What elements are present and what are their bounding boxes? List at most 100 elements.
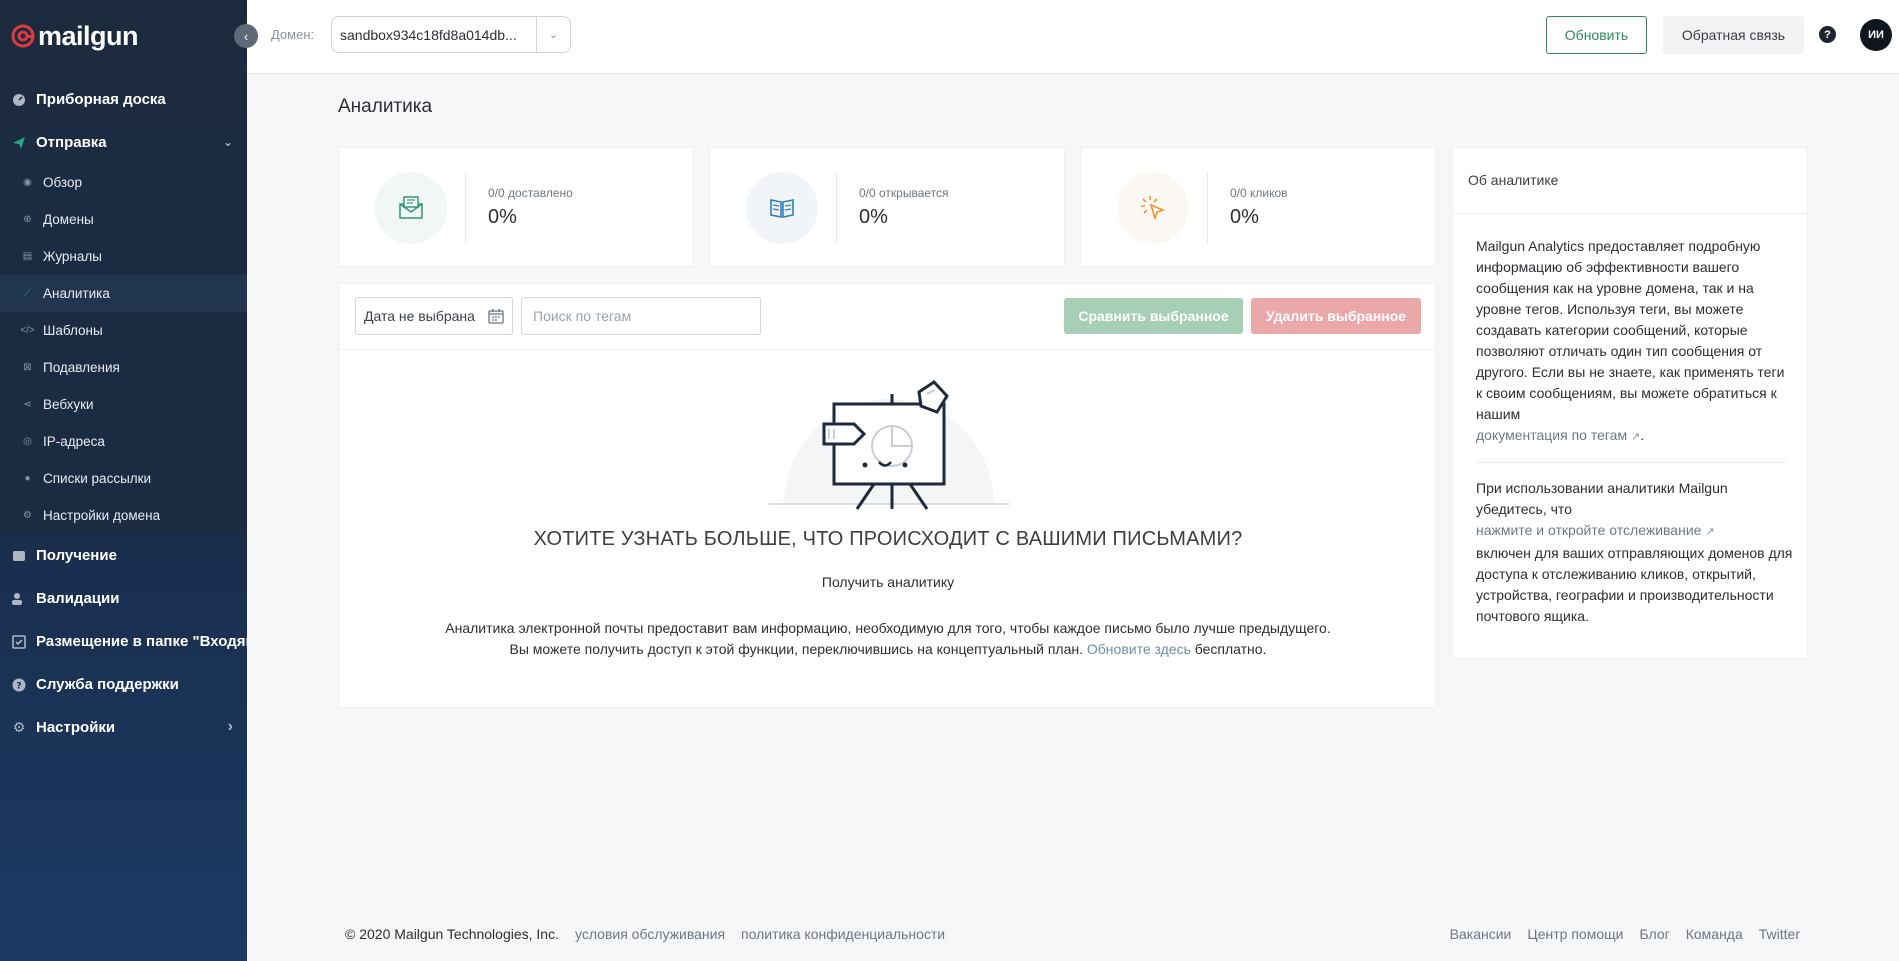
footer-link-twitter[interactable]: Twitter: [1759, 926, 1800, 942]
empty-desc-line1: Аналитика электронной почты предоставит …: [445, 620, 1331, 636]
feedback-button[interactable]: Обратная связь: [1663, 16, 1804, 54]
calendar-icon: [488, 309, 504, 324]
stat-icon-circle: [375, 172, 447, 244]
pin-icon: ◎: [23, 436, 32, 447]
mailgun-logo[interactable]: mailgun: [11, 20, 139, 52]
date-picker[interactable]: Дата не выбрана: [355, 297, 513, 335]
sidebar: mailgun Приборная доска Отправка ⌄ ◉ Обзо…: [0, 0, 247, 961]
analytics-icon: ⟋: [24, 288, 31, 299]
sidebar-item-label: Отправка: [36, 134, 107, 151]
sidebar-item-sending[interactable]: Отправка ⌄: [0, 121, 247, 164]
svg-text:?: ?: [16, 681, 21, 691]
sidebar-item-dashboard[interactable]: Приборная доска: [0, 78, 247, 121]
sidebar-item-label: Получение: [36, 547, 117, 564]
sidebar-item-support[interactable]: ? Служба поддержки: [0, 663, 247, 706]
person-icon: ●: [24, 473, 31, 484]
chevron-down-icon: ⌄: [222, 135, 233, 149]
sidebar-item-logs[interactable]: ▤ Журналы: [0, 238, 247, 275]
gear-icon: ⚙: [12, 719, 26, 735]
sidebar-nav: Приборная доска Отправка ⌄ ◉ Обзор ⊕ Домен…: [0, 78, 247, 749]
gear-icon: ⚙: [23, 510, 32, 521]
envelope-icon: [399, 196, 423, 219]
gauge-icon: [12, 93, 26, 107]
chevron-right-icon: ›: [227, 718, 233, 735]
sidebar-item-label: Приборная доска: [36, 91, 166, 108]
sidebar-item-templates[interactable]: </> Шаблоны: [0, 312, 247, 349]
sidebar-item-label: IP-адреса: [43, 434, 105, 449]
block-icon: ⊠: [23, 362, 32, 373]
compare-selected-button[interactable]: Сравнить выбранное: [1064, 298, 1243, 334]
update-button[interactable]: Обновить: [1546, 16, 1647, 54]
domain-value: sandbox934c18fd8a014db...: [340, 26, 517, 43]
footer-link-team[interactable]: Команда: [1686, 926, 1743, 942]
tracking-settings-link[interactable]: нажмите и откройте отслеживание: [1476, 522, 1701, 538]
footer-left: © 2020 Mailgun Technologies, Inc. услови…: [345, 926, 945, 942]
footer-link-help-center[interactable]: Центр помощи: [1527, 926, 1623, 942]
empty-desc-text: Вы можете получить доступ к этой функции…: [509, 641, 1083, 657]
upgrade-link[interactable]: Обновите здесь: [1087, 641, 1191, 657]
privacy-link[interactable]: политика конфиденциальности: [741, 926, 945, 942]
chevron-left-icon: ‹: [243, 28, 249, 44]
tag-search-input[interactable]: [521, 297, 761, 335]
sidebar-item-label: Шаблоны: [43, 323, 103, 338]
delete-selected-button[interactable]: Удалить выбранное: [1251, 298, 1421, 334]
share-icon: ⋖: [23, 399, 32, 410]
copyright: © 2020 Mailgun Technologies, Inc.: [345, 926, 559, 942]
divider: [465, 172, 466, 244]
sidebar-item-label: Обзор: [43, 175, 82, 190]
chevron-down-icon: ⌄: [536, 17, 570, 52]
sidebar-item-label: Аналитика: [43, 286, 110, 301]
code-icon: </>: [20, 325, 35, 336]
sidebar-item-overview[interactable]: ◉ Обзор: [0, 164, 247, 201]
stat-value: 0%: [859, 206, 888, 228]
send-icon: [12, 136, 26, 150]
date-picker-text: Дата не выбрана: [364, 308, 475, 324]
empty-state-subtitle: Получить аналитику: [821, 574, 955, 590]
about-text: При использовании аналитики Mailgun убед…: [1476, 480, 1728, 517]
sidebar-item-label: Размещение в папке "Входящие": [36, 633, 247, 650]
sidebar-item-suppressions[interactable]: ⊠ Подавления: [0, 349, 247, 386]
about-paragraph-2: При использовании аналитики Mailgun убед…: [1476, 478, 1794, 627]
external-link-icon: ↗: [1630, 431, 1641, 443]
stat-card-delivered: 0/0 доставлено 0%: [338, 147, 694, 267]
divider: [836, 172, 837, 244]
stat-value: 0%: [1230, 206, 1259, 228]
stat-value: 0%: [488, 206, 517, 228]
topbar: Домен: sandbox934c18fd8a014db... ⌄ Обнов…: [247, 0, 1899, 74]
stat-icon-circle: [746, 172, 818, 244]
sidebar-item-analytics[interactable]: ⟋ Аналитика: [0, 275, 247, 312]
terms-link[interactable]: условия обслуживания: [575, 926, 725, 942]
user-check-icon: [12, 592, 26, 606]
stat-label: 0/0 открывается: [859, 186, 949, 200]
empty-state-description: Аналитика электронной почты предоставит …: [339, 618, 1437, 660]
help-icon: ?: [12, 678, 26, 692]
empty-desc-text: бесплатно.: [1194, 641, 1267, 657]
divider: [1476, 462, 1786, 463]
domain-select[interactable]: sandbox934c18fd8a014db... ⌄: [331, 16, 571, 53]
stat-card-clicks: 0/0 кликов 0%: [1080, 147, 1436, 267]
footer-link-careers[interactable]: Вакансии: [1450, 926, 1512, 942]
about-panel-title: Об аналитике: [1453, 148, 1807, 214]
globe-icon: ⊕: [23, 214, 32, 225]
sidebar-item-domain-settings[interactable]: ⚙ Настройки домена: [0, 497, 247, 534]
help-icon[interactable]: ?: [1819, 26, 1836, 43]
sidebar-collapse-button[interactable]: ‹: [234, 24, 258, 48]
cursor-click-icon: [1141, 196, 1166, 221]
domain-label: Домен:: [271, 27, 315, 42]
sidebar-item-inbox-placement[interactable]: Размещение в папке "Входящие": [0, 620, 247, 663]
sidebar-item-webhooks[interactable]: ⋖ Вебхуки: [0, 386, 247, 423]
sidebar-item-receiving[interactable]: Получение: [0, 534, 247, 577]
external-link-icon: ↗: [1705, 526, 1715, 538]
sidebar-item-mailing-lists[interactable]: ● Списки рассылки: [0, 460, 247, 497]
tags-docs-link[interactable]: документация по тегам: [1476, 427, 1627, 443]
sidebar-item-validations[interactable]: Валидации: [0, 577, 247, 620]
sidebar-item-label: Подавления: [43, 360, 120, 375]
avatar[interactable]: ИИ: [1860, 19, 1892, 51]
sidebar-item-settings[interactable]: ⚙ Настройки ›: [0, 706, 247, 749]
open-book-icon: [770, 199, 794, 218]
sidebar-item-domains[interactable]: ⊕ Домены: [0, 201, 247, 238]
divider: [1207, 172, 1208, 244]
sidebar-item-ip-addresses[interactable]: ◎ IP-адреса: [0, 423, 247, 460]
sidebar-item-label: Служба поддержки: [36, 676, 179, 693]
footer-link-blog[interactable]: Блог: [1639, 926, 1669, 942]
